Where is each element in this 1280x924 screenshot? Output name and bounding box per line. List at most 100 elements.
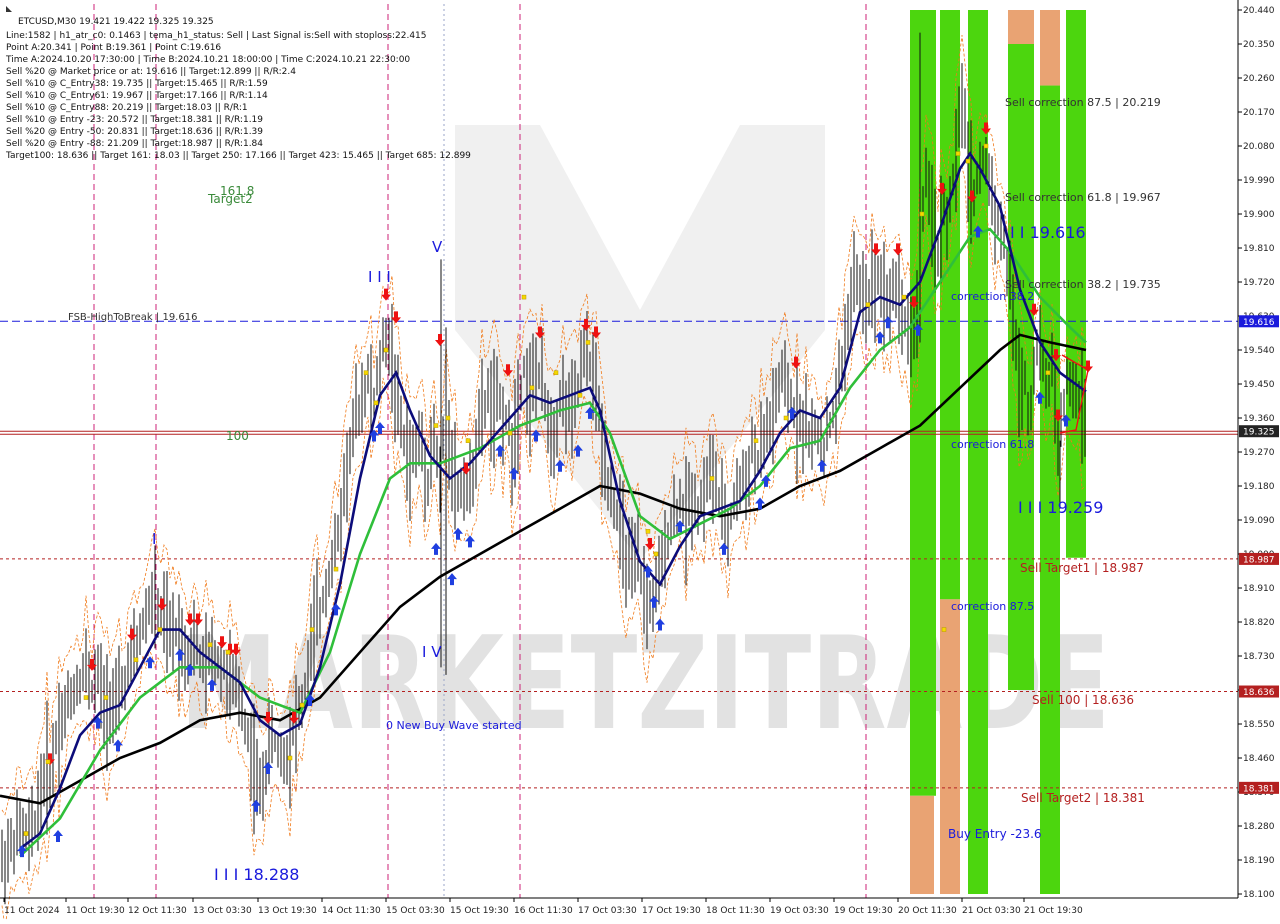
y-tick-label: 19.090: [1243, 516, 1275, 526]
y-tick-label: 19.360: [1243, 414, 1275, 424]
header-line: Sell %20 @ Market price or at: 19.616 ||…: [6, 67, 296, 77]
signal-dot: [521, 294, 527, 300]
y-tick-label: 19.990: [1243, 176, 1275, 186]
fsb-high-to-break-label: FSB-HighToBreak | 19.616: [68, 312, 197, 323]
zone-orange-1: [910, 795, 934, 894]
sell-target2-label: Sell Target2 | 18.381: [1021, 791, 1145, 805]
wave-v-label: V: [432, 238, 443, 256]
wave-i-label: I: [152, 530, 156, 548]
signal-dot: [709, 476, 715, 481]
point-c-label: I I 19.616: [1010, 223, 1086, 242]
x-tick-label: 16 Oct 11:30: [514, 906, 573, 916]
y-tick-label: 20.080: [1243, 142, 1275, 152]
zone-green-6: [1008, 44, 1034, 690]
signal-dot: [865, 302, 871, 307]
signal-dot: [783, 415, 789, 421]
y-tick-label: 18.190: [1243, 856, 1275, 866]
signal-dot: [577, 393, 583, 398]
point-b-label: I I I 19.259: [1018, 498, 1103, 517]
signal-dot: [333, 566, 339, 572]
x-tick-label: 21 Oct 03:30: [962, 906, 1021, 916]
x-tick-label: 13 Oct 19:30: [258, 906, 317, 916]
target2-label: Target2: [207, 192, 253, 206]
x-tick-label: 17 Oct 19:30: [642, 906, 701, 916]
header-line: Point A:20.341 | Point B:19.361 | Point …: [6, 43, 221, 53]
signal-dot: [901, 294, 907, 300]
buy-entry-label: Buy Entry -23.6: [948, 827, 1042, 841]
signal-dot: [645, 529, 651, 534]
x-tick-label: 21 Oct 19:30: [1024, 906, 1083, 916]
x-tick-label: 12 Oct 11:30: [128, 906, 187, 916]
signal-dot: [585, 340, 591, 345]
signal-dot: [529, 385, 535, 391]
header-line: Line:1582 | h1_atr_c0: 0.1463 | tema_h1_…: [6, 31, 427, 41]
header-line: ETCUSD,M30 19.421 19.422 19.325 19.325: [18, 17, 214, 27]
header-line: Sell %10 @ C_Entry88: 20.219 || Target:1…: [6, 103, 248, 113]
y-tick-label: 18.100: [1243, 890, 1275, 900]
level-100-label: 100: [226, 429, 249, 443]
signal-dot: [157, 627, 163, 632]
x-tick-label: 19 Oct 03:30: [770, 906, 829, 916]
y-tick-label: 18.280: [1243, 822, 1275, 832]
zone-orange-7: [1040, 10, 1060, 86]
sell-correction-618-label: Sell correction 61.8 | 19.967: [1005, 191, 1161, 204]
signal-dot: [507, 430, 513, 436]
signal-dot: [23, 831, 29, 836]
y-tick-label: 19.180: [1243, 482, 1275, 492]
y-tick-label: 19.900: [1243, 210, 1275, 220]
signal-dot: [465, 438, 471, 443]
y-tick-label: 20.260: [1243, 74, 1275, 84]
zone-orange-5: [1008, 10, 1034, 44]
y-tick-label: 20.440: [1243, 6, 1275, 16]
zone-green-2: [940, 10, 960, 600]
signal-dot: [1045, 370, 1051, 375]
header-line: Sell %10 @ C_Entry38: 19.735 || Target:1…: [6, 79, 268, 89]
chart: MARKETZITRADE 161.8 Target2 FSB-HighToBrea…: [0, 0, 1280, 924]
header-line: Sell %20 @ Entry -88: 21.209 || Target:1…: [6, 139, 263, 149]
wave-iii-label: I I I: [368, 268, 391, 286]
signal-dot: [45, 759, 51, 765]
x-tick-label: 18 Oct 11:30: [706, 906, 765, 916]
signal-dot: [287, 755, 293, 761]
y-tick-label: 19.270: [1243, 448, 1275, 458]
x-tick-label: 11 Oct 2024: [4, 906, 60, 916]
signal-dot: [941, 627, 947, 632]
signal-dot: [753, 438, 759, 443]
x-tick-label: 17 Oct 03:30: [578, 906, 637, 916]
price-tag-label: 18.987: [1243, 555, 1275, 565]
signal-dot: [983, 143, 989, 149]
x-tick-label: 13 Oct 03:30: [193, 906, 252, 916]
signal-dot: [309, 627, 315, 632]
y-tick-label: 19.810: [1243, 244, 1275, 254]
y-tick-label: 20.170: [1243, 108, 1275, 118]
y-tick-label: 20.350: [1243, 40, 1275, 50]
wave-iv-label: I V: [422, 643, 442, 661]
y-tick-label: 18.550: [1243, 720, 1275, 730]
signal-dot: [225, 649, 231, 655]
correction-618-label: correction 61.8: [951, 438, 1034, 451]
price-tag-label: 19.616: [1243, 318, 1275, 328]
x-tick-label: 14 Oct 11:30: [322, 906, 381, 916]
header-line: Target100: 18.636 || Target 161: 18.03 |…: [5, 151, 471, 161]
signal-dot: [919, 211, 925, 217]
x-tick-label: 15 Oct 19:30: [450, 906, 509, 916]
chart-canvas: MARKETZITRADE 161.8Target2FSB-HighToBrea…: [0, 0, 1280, 924]
signal-dot: [445, 415, 451, 421]
signal-dot: [373, 400, 379, 406]
header-line: Sell %10 @ Entry -23: 20.572 || Target:1…: [6, 115, 263, 125]
signal-dot: [133, 657, 139, 663]
new-buy-wave-label: 0 New Buy Wave started: [386, 719, 522, 732]
price-tag-label: 18.381: [1243, 784, 1275, 794]
y-tick-label: 19.720: [1243, 278, 1275, 288]
y-tick-label: 18.910: [1243, 584, 1275, 594]
x-tick-label: 15 Oct 03:30: [386, 906, 445, 916]
sell-100-label: Sell 100 | 18.636: [1032, 693, 1134, 707]
header-line: Time A:2024.10.20 17:30:00 | Time B:2024…: [5, 55, 410, 65]
signal-dot: [433, 423, 439, 428]
wave-low-label: I I I 18.288: [214, 865, 299, 884]
y-tick-label: 18.730: [1243, 652, 1275, 662]
signal-dot: [383, 347, 389, 353]
signal-dot: [363, 370, 369, 375]
x-tick-label: 20 Oct 11:30: [898, 906, 957, 916]
correction-382-label: correction 38.2: [951, 290, 1034, 303]
